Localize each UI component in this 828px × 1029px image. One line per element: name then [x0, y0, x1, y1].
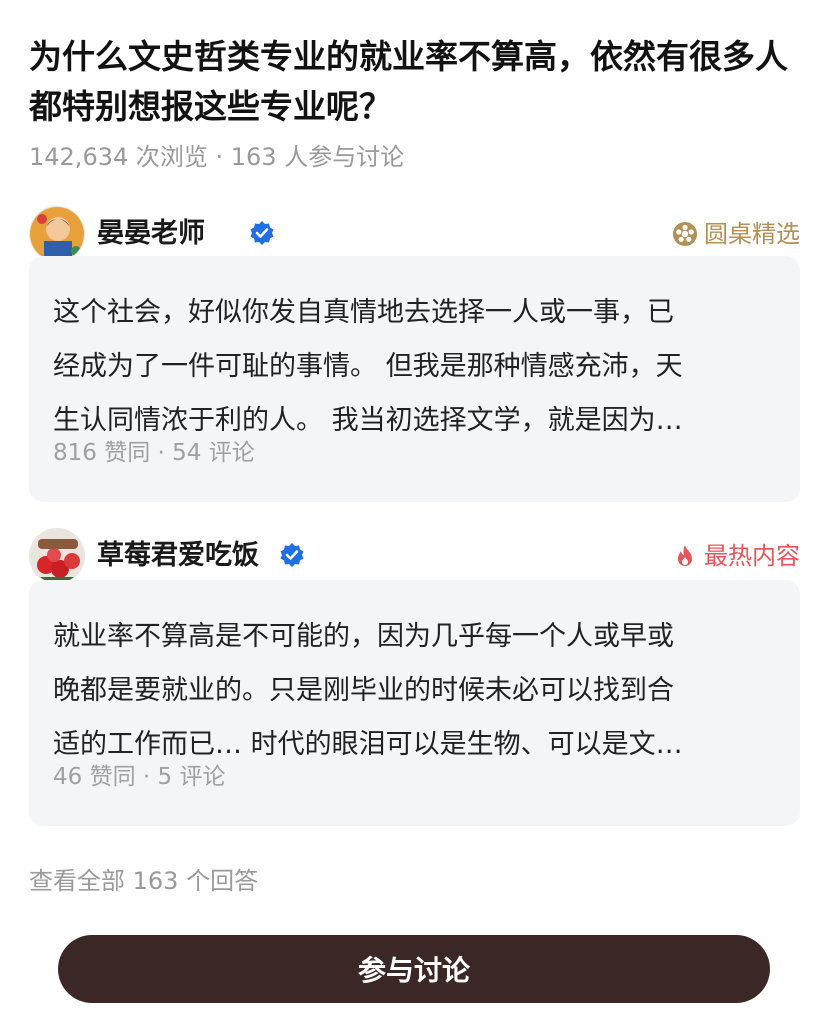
excerpt-line: 这个社会，好似你发自真情地去选择一人或一事，已: [53, 297, 674, 328]
excerpt-line: 晚都是要就业的。只是刚毕业的时候未必可以找到合: [53, 675, 674, 706]
answer-card[interactable]: 就业率不算高是不可能的，因为几乎每一个人或早或 晚都是要就业的。只是刚毕业的时候…: [29, 580, 800, 826]
roundtable-badge-icon: [673, 222, 697, 246]
answer-excerpt[interactable]: 这个社会，好似你发自真情地去选择一人或一事，已 经成为了一件可耻的事情。 但我是…: [53, 286, 775, 448]
answer-header[interactable]: 草莓君爱吃饭 最热内容: [29, 528, 800, 588]
view-all-answers-link[interactable]: 查看全部 163 个回答: [29, 864, 258, 898]
question-card: 为什么文史哲类专业的就业率不算高，依然有很多人都特别想报这些专业呢？ 142,6…: [0, 0, 828, 1029]
question-stats: 142,634 次浏览 · 163 人参与讨论: [29, 143, 405, 171]
excerpt-line: 就业率不算高是不可能的，因为几乎每一个人或早或: [53, 621, 674, 652]
author-name[interactable]: 草莓君爱吃饭: [97, 538, 259, 574]
question-title[interactable]: 为什么文史哲类专业的就业率不算高，依然有很多人都特别想报这些专业呢？: [29, 32, 809, 132]
answer-card[interactable]: 这个社会，好似你发自真情地去选择一人或一事，已 经成为了一件可耻的事情。 但我是…: [29, 256, 800, 502]
tag-label: 最热内容: [704, 542, 800, 570]
answer-stats: 46 赞同 · 5 评论: [53, 764, 226, 790]
excerpt-line: 经成为了一件可耻的事情。 但我是那种情感充沛，天: [53, 351, 683, 382]
verified-badge-icon: [280, 543, 304, 567]
hot-tag: 最热内容: [672, 538, 800, 574]
answer-stats: 816 赞同 · 54 评论: [53, 440, 255, 466]
verified-badge-icon: [250, 221, 274, 245]
avatar[interactable]: [29, 528, 85, 584]
join-discussion-button[interactable]: 参与讨论: [58, 935, 770, 1003]
answer-excerpt[interactable]: 就业率不算高是不可能的，因为几乎每一个人或早或 晚都是要就业的。只是刚毕业的时候…: [53, 610, 775, 772]
author-name[interactable]: 晏晏老师: [97, 216, 205, 252]
roundtable-tag: 圆桌精选: [672, 216, 800, 252]
tag-label: 圆桌精选: [704, 220, 800, 248]
flame-icon: [678, 545, 692, 566]
avatar[interactable]: [29, 206, 85, 262]
